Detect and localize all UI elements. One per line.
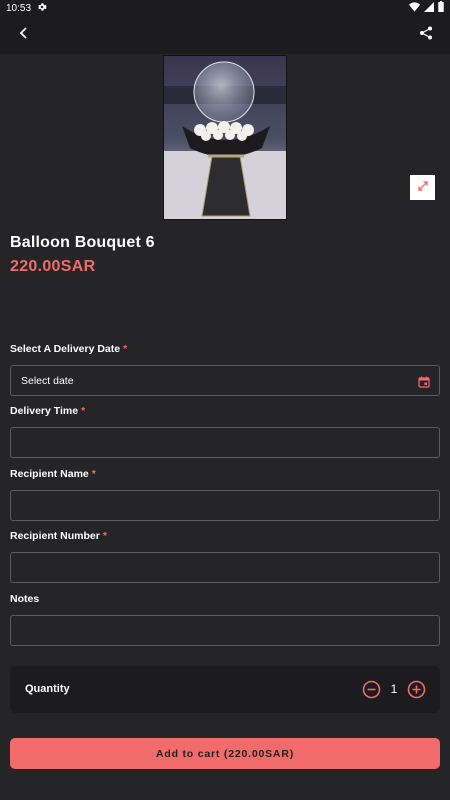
plus-circle-icon[interactable] — [407, 680, 426, 699]
quantity-stepper: Quantity 1 — [10, 666, 440, 713]
delivery-date-value: Select date — [21, 375, 74, 387]
delivery-date-field[interactable]: Select date — [10, 365, 440, 396]
recipient-name-field[interactable] — [10, 490, 440, 521]
status-time: 10:53 — [6, 2, 32, 14]
share-icon — [419, 26, 433, 45]
quantity-label: Quantity — [25, 683, 70, 695]
notes-label: Notes — [10, 593, 39, 605]
recipient-name-label: Recipient Name * — [10, 468, 96, 480]
recipient-number-label-text: Recipient Number — [10, 530, 100, 542]
battery-icon — [438, 1, 444, 15]
status-bar: 10:53 — [0, 0, 450, 16]
share-button[interactable] — [414, 24, 438, 46]
calendar-icon[interactable] — [418, 375, 430, 388]
product-image[interactable] — [163, 55, 287, 220]
quantity-value: 1 — [390, 682, 398, 696]
delivery-time-field[interactable] — [10, 427, 440, 458]
signal-icon — [424, 1, 434, 15]
settings-icon — [37, 2, 47, 15]
product-price: 220.00SAR — [10, 258, 96, 275]
product-title: Balloon Bouquet 6 — [10, 234, 155, 251]
required-mark: * — [123, 343, 128, 355]
delivery-date-label-text: Select A Delivery Date — [10, 343, 121, 355]
delivery-time-label: Delivery Time * — [10, 405, 85, 417]
recipient-name-label-text: Recipient Name — [10, 468, 89, 480]
add-to-cart-button[interactable]: Add to cart (220.00SAR) — [10, 738, 440, 769]
required-mark: * — [102, 530, 107, 542]
expand-icon — [417, 179, 429, 197]
notes-field[interactable] — [10, 615, 440, 646]
back-button[interactable] — [12, 24, 36, 46]
wifi-icon — [409, 1, 420, 15]
back-arrow-icon — [18, 26, 30, 44]
required-mark: * — [81, 405, 86, 417]
expand-image-button[interactable] — [410, 175, 435, 200]
minus-circle-icon[interactable] — [362, 680, 381, 699]
delivery-time-label-text: Delivery Time — [10, 405, 79, 417]
app-bar — [0, 16, 450, 54]
recipient-number-label: Recipient Number * — [10, 530, 107, 542]
delivery-date-label: Select A Delivery Date * — [10, 343, 127, 355]
required-mark: * — [91, 468, 96, 480]
notes-label-text: Notes — [10, 593, 40, 605]
recipient-number-field[interactable] — [10, 552, 440, 583]
